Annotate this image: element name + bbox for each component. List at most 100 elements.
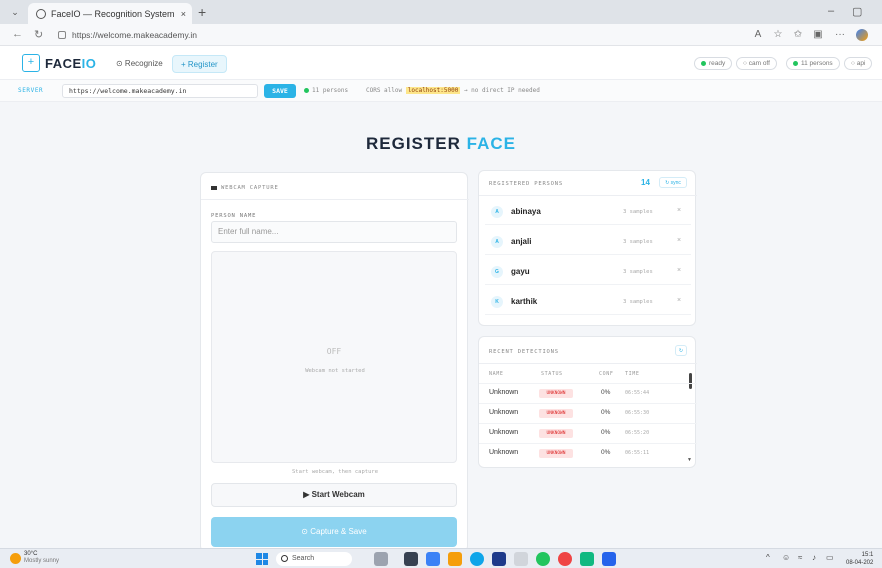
avatar: A	[491, 236, 503, 248]
status-pill-ready: ready	[694, 57, 733, 70]
tab-title: FaceIO — Recognition System	[51, 8, 175, 19]
save-button[interactable]: SAVE	[264, 84, 296, 98]
list-item[interactable]: A abinaya 3 samples ×	[485, 199, 691, 225]
read-aloud-icon[interactable]: A	[752, 29, 764, 41]
task-view-icon[interactable]	[404, 552, 418, 566]
file-explorer-icon[interactable]	[448, 552, 462, 566]
server-bar: SERVER https://welcome.makeacademy.in SA…	[0, 80, 882, 102]
camera-icon	[211, 185, 217, 190]
favorites-add-icon[interactable]: ☆	[772, 29, 784, 41]
divider	[479, 363, 697, 364]
tab-close-icon[interactable]: ×	[181, 9, 186, 19]
server-url-input[interactable]: https://welcome.makeacademy.in	[62, 84, 258, 98]
column-header-conf: CONF	[599, 371, 614, 377]
webcam-card-header: WEBCAM CAPTURE	[211, 185, 279, 191]
person-name-label: PERSON NAME	[211, 213, 257, 219]
address-bar: ← ↻ https://welcome.makeacademy.in A ☆ ✩…	[0, 24, 882, 46]
sync-button[interactable]: ↻ sync	[659, 177, 687, 188]
start-webcam-button[interactable]: ▶ Start Webcam	[211, 483, 457, 507]
list-item[interactable]: K karthik 3 samples ×	[485, 289, 691, 315]
status-badge: UNKNOWN	[539, 389, 573, 398]
main-page: REGISTER FACE WEBCAM CAPTURE PERSON NAME…	[0, 102, 882, 552]
tab-recognize[interactable]: ⊙ Recognize	[108, 55, 171, 73]
recent-detections-card: RECENT DETECTIONS ↻ NAME STATUS CONF TIM…	[478, 336, 697, 468]
server-status: 11 persons	[304, 87, 348, 94]
copilot-icon[interactable]	[856, 29, 868, 41]
copilot-app-icon[interactable]	[426, 552, 440, 566]
status-dot	[304, 88, 309, 93]
person-name: karthik	[511, 297, 538, 306]
person-name: abinaya	[511, 207, 541, 216]
server-label: SERVER	[18, 87, 44, 94]
sample-count: 3 samples	[623, 209, 653, 215]
person-name: gayu	[511, 267, 530, 276]
battery-icon[interactable]: ▭	[826, 553, 834, 562]
sun-icon	[10, 553, 21, 564]
page-title: REGISTER FACE	[366, 134, 516, 153]
back-icon[interactable]: ←	[12, 28, 23, 40]
url-field[interactable]: https://welcome.makeacademy.in	[58, 27, 718, 43]
extensions-icon[interactable]: ▣	[812, 29, 824, 41]
volume-icon[interactable]: ♪	[812, 553, 816, 562]
widgets-icon[interactable]	[374, 552, 388, 566]
person-name-input[interactable]: Enter full name...	[211, 221, 457, 243]
store-icon[interactable]	[492, 552, 506, 566]
app-header: + FACEIO ⊙ Recognize + Register ready ○ …	[0, 46, 882, 80]
wifi-icon[interactable]: ≈	[798, 553, 802, 562]
more-icon[interactable]: ···	[834, 29, 846, 41]
refresh-detections-button[interactable]: ↻	[675, 345, 687, 356]
capture-hint: Start webcam, then capture	[291, 469, 379, 475]
detections-header: RECENT DETECTIONS	[489, 349, 559, 355]
persons-count: 14	[641, 178, 650, 187]
minimize-button[interactable]: –	[828, 5, 834, 17]
sample-count: 3 samples	[623, 269, 653, 275]
list-item[interactable]: G gayu 3 samples ×	[485, 259, 691, 285]
chevron-up-icon[interactable]: ^	[766, 553, 770, 562]
server-hint: CORS allow localhost:5000 → no direct IP…	[366, 87, 540, 94]
tray-icon[interactable]: ☺	[782, 553, 790, 562]
status-pill-cam: ○ cam off	[736, 57, 777, 70]
remove-icon[interactable]: ×	[677, 237, 681, 244]
browser-tab-strip: ⌄ FaceIO — Recognition System × + – ▢	[0, 0, 882, 24]
camera-off-icon: OFF	[326, 347, 342, 356]
refresh-icon[interactable]: ↻	[34, 28, 43, 41]
browser-tab[interactable]: FaceIO — Recognition System ×	[28, 3, 192, 24]
logo-text-b: IO	[81, 55, 97, 71]
remove-icon[interactable]: ×	[677, 297, 681, 304]
status-pill-api: ○ api	[844, 57, 873, 70]
tab-register[interactable]: + Register	[172, 55, 227, 73]
scroll-down-icon[interactable]: ▼	[687, 457, 692, 463]
person-name: anjali	[511, 237, 532, 246]
remove-icon[interactable]: ×	[677, 207, 681, 214]
table-row: Unknown UNKNOWN 0% 06:55:20	[479, 423, 697, 443]
chrome-icon[interactable]	[536, 552, 550, 566]
app-icon[interactable]	[558, 552, 572, 566]
favorites-icon[interactable]: ✩	[792, 29, 804, 41]
app-icon[interactable]	[580, 552, 594, 566]
new-tab-button[interactable]: +	[198, 4, 206, 20]
capture-save-button[interactable]: ⊙ Capture & Save	[211, 517, 457, 547]
avatar: G	[491, 266, 503, 278]
avatar: A	[491, 206, 503, 218]
webcam-card: WEBCAM CAPTURE PERSON NAME Enter full na…	[200, 172, 469, 552]
divider	[201, 199, 469, 200]
windows-start-icon[interactable]	[256, 553, 268, 565]
taskbar-search[interactable]: Search	[276, 552, 352, 566]
status-badge: UNKNOWN	[539, 449, 573, 458]
list-item[interactable]: A anjali 3 samples ×	[485, 229, 691, 255]
app-icon[interactable]	[602, 552, 616, 566]
divider	[479, 195, 697, 196]
maximize-button[interactable]: ▢	[852, 5, 862, 18]
status-pill-persons: 11 persons	[786, 57, 840, 70]
weather-widget[interactable]: 30°C Mostly sunny	[10, 551, 59, 565]
persons-header: REGISTERED PERSONS	[489, 181, 564, 187]
remove-icon[interactable]: ×	[677, 267, 681, 274]
lock-icon	[58, 31, 66, 39]
document-icon[interactable]	[514, 552, 528, 566]
column-header-name: NAME	[489, 371, 504, 377]
tab-actions-icon[interactable]: ⌄	[8, 5, 22, 19]
edge-icon[interactable]	[470, 552, 484, 566]
clock[interactable]: 15:1 08-04-202	[846, 551, 873, 567]
table-row: Unknown UNKNOWN 0% 06:55:11	[479, 443, 697, 463]
taskbar: 30°C Mostly sunny Search ^ ☺ ≈ ♪ ▭ 15:1 …	[0, 548, 882, 568]
